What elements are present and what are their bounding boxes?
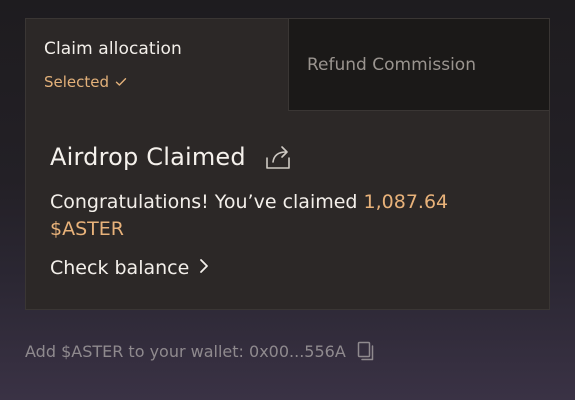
heading-row: Airdrop Claimed <box>50 139 530 175</box>
claim-panel: Claim allocation Selected Refund Commiss… <box>25 18 550 310</box>
check-balance-label: Check balance <box>50 257 190 279</box>
checkmark-icon <box>115 77 127 87</box>
selected-status-label: Selected <box>44 73 110 91</box>
selected-status: Selected <box>44 73 127 91</box>
tab-claim-allocation-label: Claim allocation <box>44 39 182 59</box>
copy-icon[interactable] <box>356 340 376 362</box>
tab-bar: Claim allocation Selected Refund Commiss… <box>26 19 549 111</box>
tab-refund-commission-label: Refund Commission <box>307 55 476 75</box>
share-icon[interactable] <box>264 143 294 171</box>
check-balance-link[interactable]: Check balance <box>50 257 530 279</box>
claim-message-text: Congratulations! You’ve claimed <box>50 191 364 213</box>
claim-message: Congratulations! You’ve claimed 1,087.64… <box>50 189 520 243</box>
tab-refund-commission[interactable]: Refund Commission <box>288 19 549 111</box>
airdrop-claimed-heading: Airdrop Claimed <box>50 143 246 171</box>
claim-content: Airdrop Claimed Congratulations! You’ve … <box>50 139 530 279</box>
add-to-wallet-label: Add $ASTER to your wallet: 0x00...556A <box>25 341 346 361</box>
tab-claim-allocation[interactable]: Claim allocation Selected <box>26 19 288 111</box>
add-to-wallet-row: Add $ASTER to your wallet: 0x00...556A <box>25 340 376 362</box>
chevron-right-icon <box>199 257 209 279</box>
